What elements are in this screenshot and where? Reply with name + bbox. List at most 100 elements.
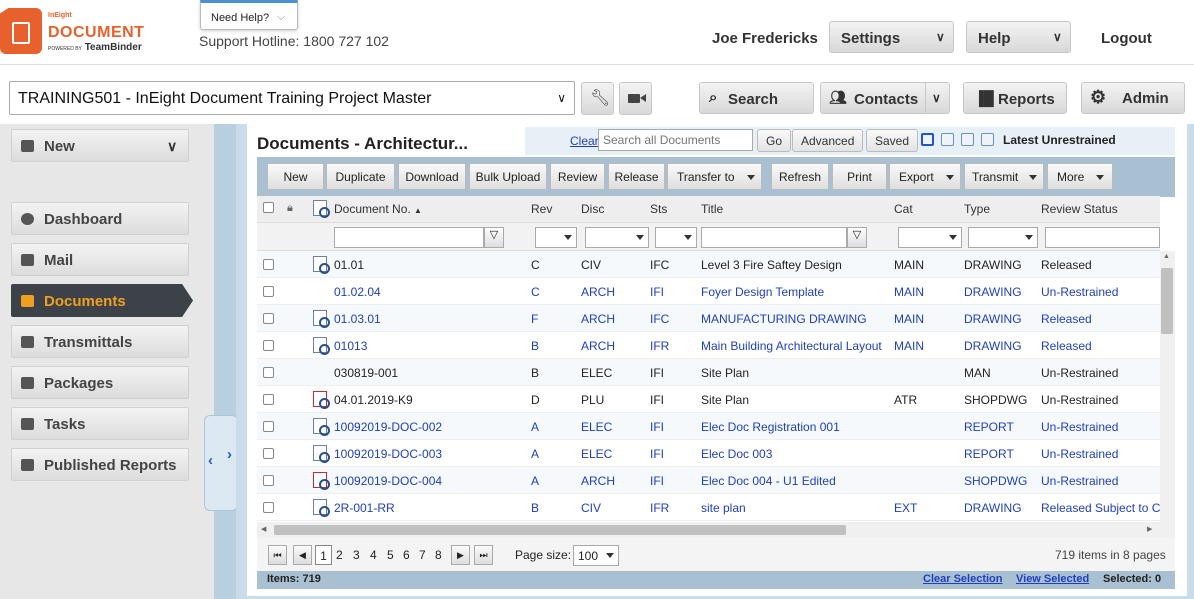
page-5[interactable]: 5 <box>387 548 394 562</box>
page-1[interactable]: 1 <box>315 545 332 565</box>
column-document-no[interactable]: Document No. ▲ <box>334 202 422 216</box>
new-menu-button[interactable]: New ∨ <box>11 129 189 162</box>
search-button[interactable]: ⌕ Search <box>699 82 814 114</box>
page-2[interactable]: 2 <box>336 548 343 562</box>
horizontal-scroll-thumb[interactable] <box>274 525 846 535</box>
scroll-up-icon[interactable]: ▲ <box>1163 253 1170 260</box>
sidebar-item-mail[interactable]: Mail <box>11 243 189 276</box>
cell-doc-no[interactable]: 10092019-DOC-004 <box>334 474 442 488</box>
table-row[interactable]: 01.03.01 F ARCH IFC MANUFACTURING DRAWING MAI… <box>257 305 1160 332</box>
page-3[interactable]: 3 <box>353 548 360 562</box>
row-checkbox[interactable] <box>263 448 274 459</box>
document-preview-icon[interactable] <box>313 310 330 328</box>
cell-doc-no[interactable]: 04.01.2019-K9 <box>334 393 413 407</box>
print-button[interactable]: Print <box>832 163 887 190</box>
row-checkbox[interactable] <box>263 286 274 297</box>
filter-review-status[interactable] <box>1045 227 1160 248</box>
table-row[interactable]: 10092019-DOC-003 A ELEC IFI Elec Doc 003 REPO… <box>257 440 1160 467</box>
cell-doc-no[interactable]: 01013 <box>334 339 367 353</box>
sidebar-item-documents[interactable]: Documents <box>11 284 193 317</box>
document-preview-icon[interactable] <box>313 418 330 436</box>
clear-search-link[interactable]: Clear <box>570 134 599 148</box>
vertical-scroll-thumb[interactable] <box>1161 268 1173 334</box>
filter-funnel-icon[interactable]: ▽ <box>484 227 504 248</box>
layout-view-2-icon[interactable] <box>941 133 954 146</box>
filter-rev[interactable] <box>535 227 577 248</box>
document-preview-icon[interactable] <box>313 445 330 463</box>
transfer-to-button[interactable]: Transfer to <box>667 163 762 190</box>
cell-doc-no[interactable]: 030819-001 <box>334 366 398 380</box>
bulk-upload-button[interactable]: Bulk Upload <box>469 163 547 190</box>
saved-searches-button[interactable]: Saved <box>866 129 919 152</box>
review-button[interactable]: Review <box>550 163 605 190</box>
column-rev[interactable]: Rev <box>531 202 552 216</box>
column-review-status[interactable]: Review Status <box>1041 202 1118 216</box>
column-type[interactable]: Type <box>964 202 990 216</box>
sidebar-item-packages[interactable]: Packages <box>11 366 189 399</box>
filter-sts[interactable] <box>655 227 697 248</box>
sidebar-item-dashboard[interactable]: Dashboard <box>11 202 189 235</box>
filter-disc[interactable] <box>585 227 649 248</box>
cell-doc-no[interactable]: 01.03.01 <box>334 312 381 326</box>
first-page-button[interactable]: ⏮︎ <box>268 545 287 565</box>
column-sts[interactable]: Sts <box>650 202 667 216</box>
table-row[interactable]: 10092019-DOC-004 A ARCH IFI Elec Doc 004 - U… <box>257 467 1160 494</box>
table-row[interactable]: 01013 B ARCH IFR Main Building Architectural… <box>257 332 1160 359</box>
document-preview-icon[interactable] <box>313 472 330 490</box>
filter-type[interactable] <box>968 227 1038 248</box>
logout-link[interactable]: Logout <box>1101 30 1152 47</box>
row-checkbox[interactable] <box>263 313 274 324</box>
export-button[interactable]: Export <box>889 163 961 190</box>
page-6[interactable]: 6 <box>403 548 410 562</box>
page-8[interactable]: 8 <box>435 548 442 562</box>
page-4[interactable]: 4 <box>370 548 377 562</box>
wrench-button[interactable]: 🔧︎ <box>581 82 614 115</box>
help-button[interactable]: Help ∨ <box>966 21 1071 53</box>
row-checkbox[interactable] <box>263 367 274 378</box>
document-preview-icon[interactable] <box>313 337 330 355</box>
reports-button[interactable]: ▐█ Reports <box>963 82 1067 114</box>
release-button[interactable]: Release <box>608 163 665 190</box>
cell-doc-no[interactable]: 10092019-DOC-002 <box>334 420 442 434</box>
row-checkbox[interactable] <box>263 259 274 270</box>
layout-view-4-icon[interactable] <box>981 133 994 146</box>
column-cat[interactable]: Cat <box>894 202 913 216</box>
transmit-button[interactable]: Transmit <box>964 163 1044 190</box>
need-help-dropdown[interactable]: Need Help? ⌵ <box>200 0 298 30</box>
layout-view-1-icon[interactable] <box>921 133 934 146</box>
row-checkbox[interactable] <box>263 394 274 405</box>
sidebar-toggle[interactable]: ‹ › <box>204 415 238 511</box>
table-row[interactable]: 04.01.2019-K9 D PLU IFI Site Plan ATR SHOPDWG U… <box>257 386 1160 413</box>
next-page-button[interactable]: ▶ <box>451 545 470 565</box>
table-row[interactable]: 030819-001 B ELEC IFI Site Plan MAN Un-Restrai… <box>257 359 1160 386</box>
advanced-search-button[interactable]: Advanced <box>792 129 864 152</box>
page-7[interactable]: 7 <box>419 548 426 562</box>
clear-selection-link[interactable]: Clear Selection <box>923 573 1002 585</box>
row-checkbox[interactable] <box>263 421 274 432</box>
go-button[interactable]: Go <box>757 129 792 152</box>
column-disc[interactable]: Disc <box>581 202 604 216</box>
column-title[interactable]: Title <box>701 202 723 216</box>
filter-document-no[interactable] <box>334 227 484 248</box>
prev-page-button[interactable]: ◀ <box>293 545 312 565</box>
cell-doc-no[interactable]: 10092019-DOC-003 <box>334 447 442 461</box>
duplicate-button[interactable]: Duplicate <box>326 163 395 190</box>
cell-doc-no[interactable]: 2R-001-RR <box>334 501 395 515</box>
admin-button[interactable]: ⚙ Admin <box>1081 82 1185 114</box>
video-button[interactable] <box>619 82 652 115</box>
table-row[interactable]: 01.01 C CIV IFC Level 3 Fire Saftey Design MA… <box>257 251 1160 278</box>
project-select[interactable]: TRAINING501 - InEight Document Training … <box>9 81 575 115</box>
filter-title[interactable] <box>701 227 847 248</box>
last-page-button[interactable]: ⏭︎ <box>474 545 493 565</box>
document-preview-icon[interactable] <box>313 499 330 517</box>
more-button[interactable]: More <box>1047 163 1113 190</box>
document-preview-icon[interactable] <box>313 391 330 409</box>
new-button[interactable]: New <box>267 163 324 190</box>
layout-view-3-icon[interactable] <box>961 133 974 146</box>
table-row[interactable]: 01.02.04 C ARCH IFI Foyer Design Template MAI… <box>257 278 1160 305</box>
select-all-checkbox[interactable] <box>263 202 274 213</box>
filter-funnel-icon[interactable]: ▽ <box>847 227 867 248</box>
row-checkbox[interactable] <box>263 340 274 351</box>
sidebar-item-transmittals[interactable]: Transmittals <box>11 325 189 358</box>
settings-button[interactable]: Settings ∨ <box>829 21 954 53</box>
